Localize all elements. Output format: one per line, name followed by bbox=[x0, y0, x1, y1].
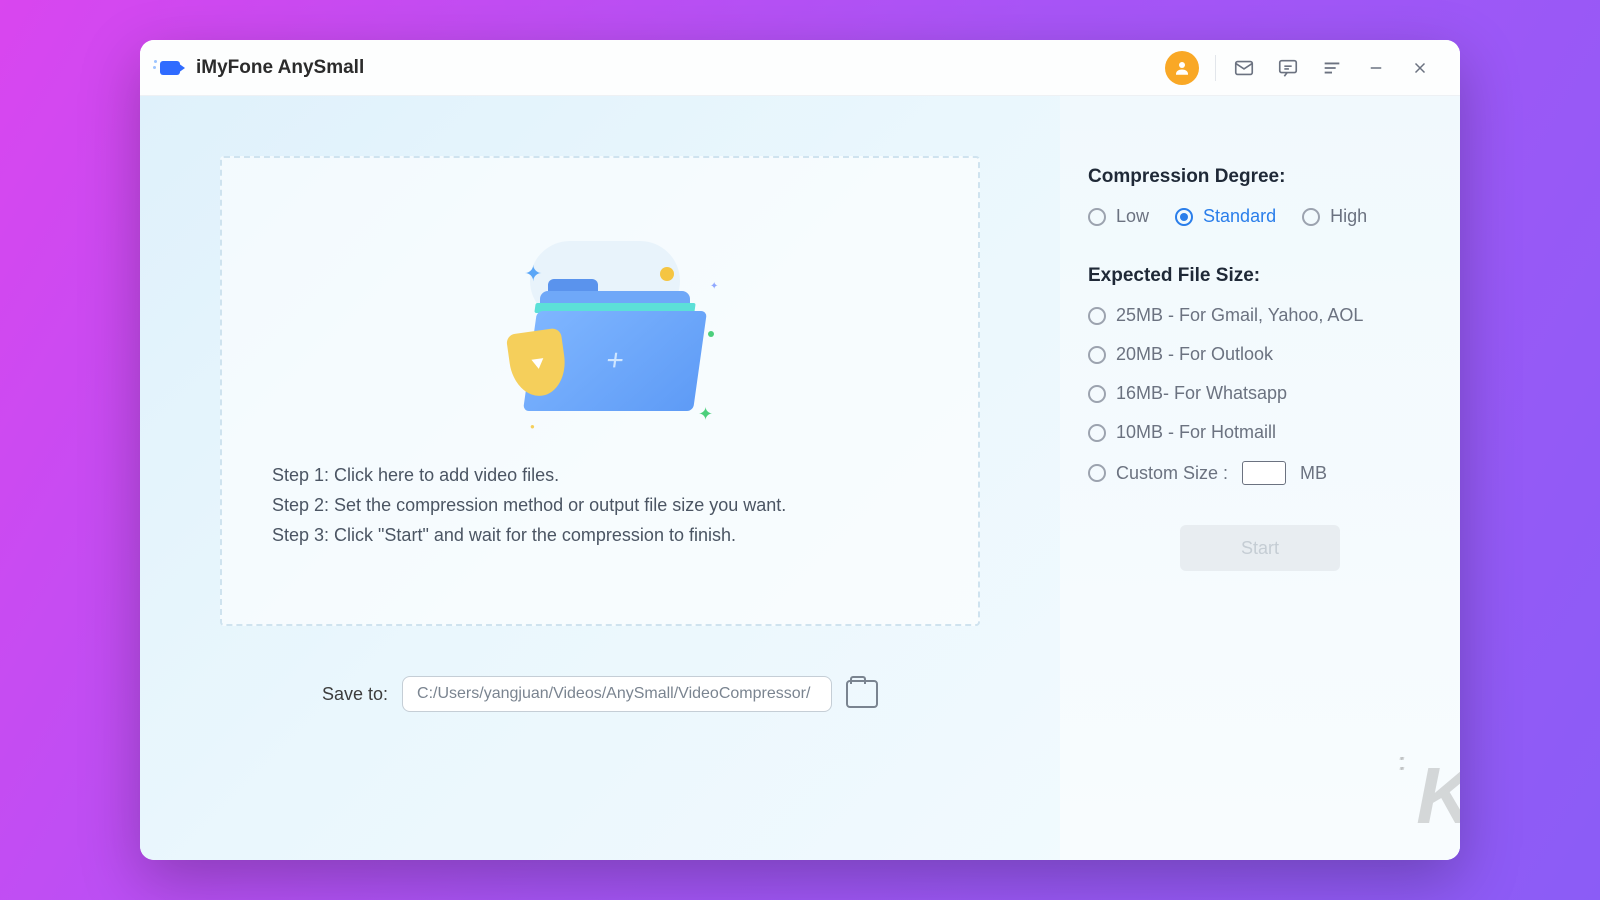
app-logo-icon bbox=[158, 56, 186, 80]
step-2: Step 2: Set the compression method or ou… bbox=[272, 491, 786, 521]
size-16mb-label: 16MB- For Whatsapp bbox=[1116, 383, 1287, 404]
size-25mb-label: 25MB - For Gmail, Yahoo, AOL bbox=[1116, 305, 1363, 326]
size-20mb[interactable]: 20MB - For Outlook bbox=[1088, 344, 1432, 365]
dropzone[interactable]: + ✦ ✦ ✦ ● Step 1: Click here to add vide… bbox=[220, 156, 980, 626]
size-25mb[interactable]: 25MB - For Gmail, Yahoo, AOL bbox=[1088, 305, 1432, 326]
size-20mb-label: 20MB - For Outlook bbox=[1116, 344, 1273, 365]
save-path-input[interactable] bbox=[402, 676, 832, 712]
size-10mb-label: 10MB - For Hotmaill bbox=[1116, 422, 1276, 443]
instruction-steps: Step 1: Click here to add video files. S… bbox=[272, 461, 786, 550]
folder-illustration: + ✦ ✦ ✦ ● bbox=[470, 231, 730, 431]
minimize-button[interactable] bbox=[1354, 46, 1398, 90]
size-16mb[interactable]: 16MB- For Whatsapp bbox=[1088, 383, 1432, 404]
save-row: Save to: bbox=[322, 676, 878, 712]
browse-folder-icon[interactable] bbox=[846, 680, 878, 708]
degree-standard[interactable]: Standard bbox=[1175, 206, 1276, 227]
start-button[interactable]: Start bbox=[1180, 525, 1340, 571]
mail-icon[interactable] bbox=[1222, 46, 1266, 90]
size-custom[interactable]: Custom Size : MB bbox=[1088, 461, 1432, 485]
size-custom-unit: MB bbox=[1300, 463, 1327, 484]
size-custom-label: Custom Size : bbox=[1116, 463, 1228, 484]
close-button[interactable] bbox=[1398, 46, 1442, 90]
save-to-label: Save to: bbox=[322, 684, 388, 705]
titlebar-separator bbox=[1215, 55, 1216, 81]
account-avatar[interactable] bbox=[1165, 51, 1199, 85]
menu-icon[interactable] bbox=[1310, 46, 1354, 90]
degree-low-label: Low bbox=[1116, 206, 1149, 227]
expected-size-group: 25MB - For Gmail, Yahoo, AOL 20MB - For … bbox=[1088, 305, 1432, 485]
app-title: iMyFone AnySmall bbox=[196, 57, 364, 79]
side-panel: Compression Degree: Low Standard High Ex… bbox=[1060, 96, 1460, 860]
titlebar: iMyFone AnySmall bbox=[140, 40, 1460, 96]
degree-low[interactable]: Low bbox=[1088, 206, 1149, 227]
degree-standard-label: Standard bbox=[1203, 206, 1276, 227]
step-1: Step 1: Click here to add video files. bbox=[272, 461, 786, 491]
app-window: iMyFone AnySmall bbox=[140, 40, 1460, 860]
size-10mb[interactable]: 10MB - For Hotmaill bbox=[1088, 422, 1432, 443]
app-body: + ✦ ✦ ✦ ● Step 1: Click here to add vide… bbox=[140, 96, 1460, 860]
compression-degree-title: Compression Degree: bbox=[1088, 166, 1432, 188]
compression-degree-group: Low Standard High bbox=[1088, 206, 1432, 227]
degree-high[interactable]: High bbox=[1302, 206, 1367, 227]
expected-size-title: Expected File Size: bbox=[1088, 265, 1432, 287]
feedback-icon[interactable] bbox=[1266, 46, 1310, 90]
degree-high-label: High bbox=[1330, 206, 1367, 227]
main-panel: + ✦ ✦ ✦ ● Step 1: Click here to add vide… bbox=[140, 96, 1060, 860]
step-3: Step 3: Click "Start" and wait for the c… bbox=[272, 521, 786, 551]
custom-size-input[interactable] bbox=[1242, 461, 1286, 485]
